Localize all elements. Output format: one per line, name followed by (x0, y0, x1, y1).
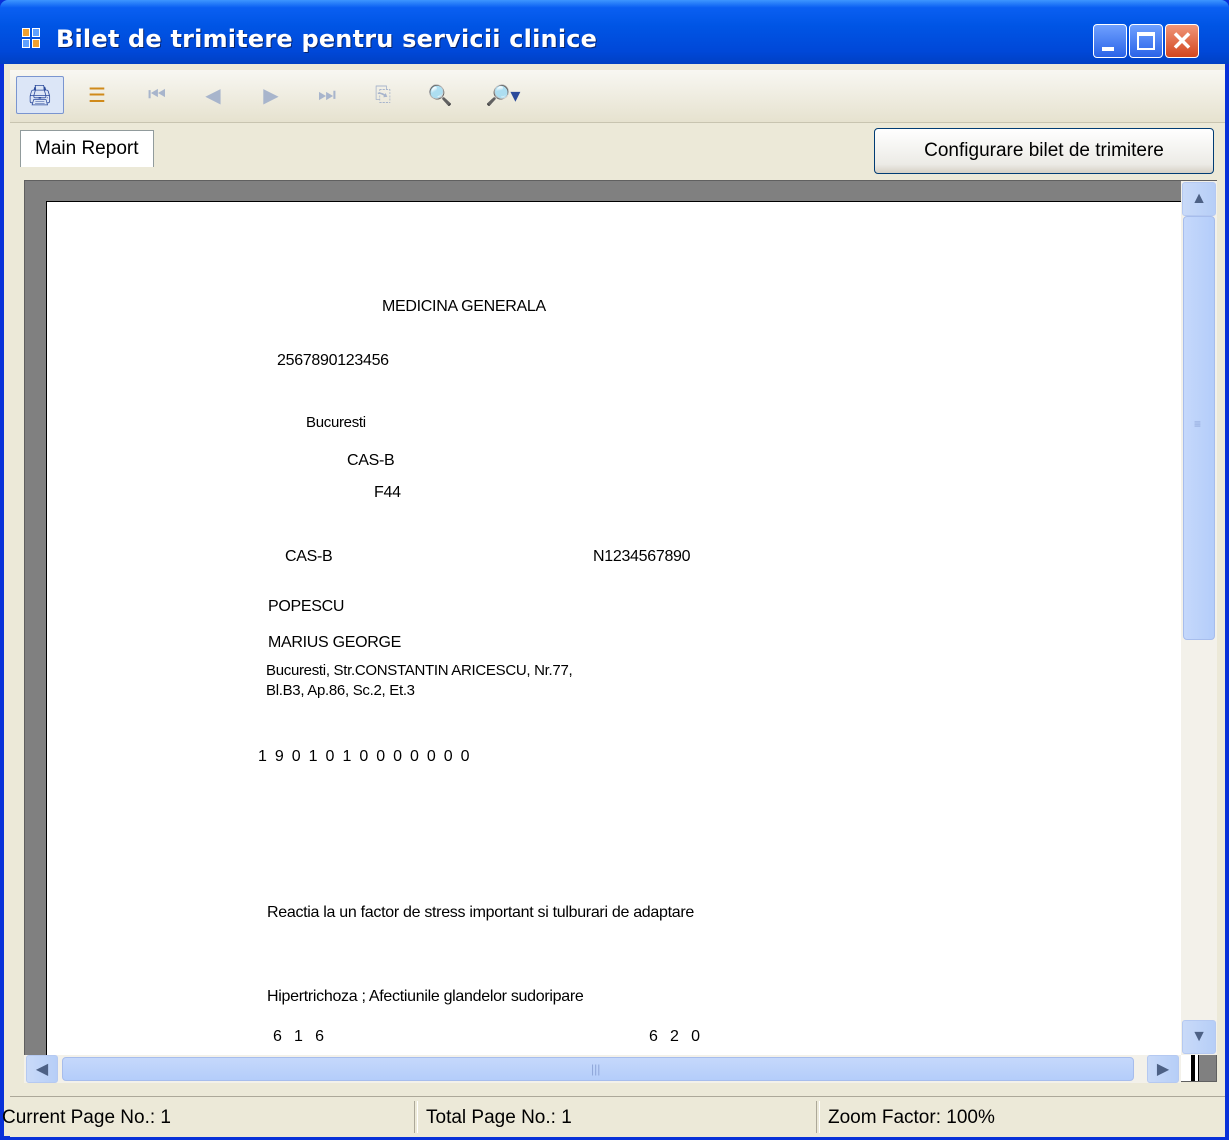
print-icon: 🖨 (27, 84, 53, 107)
report-toolbar: 🖨 ☰ ⏮ ◀ ▶ ⏭ ⎘ 🔍 🔎▾ (10, 70, 1225, 123)
prev-page-icon: ◀ (205, 84, 221, 107)
window-title: Bilet de trimitere pentru servicii clini… (56, 25, 598, 53)
scroll-down-button[interactable]: ▼ (1182, 1020, 1216, 1054)
address-line-2: Bl.B3, Ap.86, Sc.2, Et.3 (266, 682, 415, 699)
find-button[interactable]: 🔍 (420, 76, 460, 114)
print-button[interactable]: 🖨 (16, 76, 64, 114)
specialty-text: MEDICINA GENERALA (382, 298, 546, 315)
last-page-icon: ⏭ (318, 83, 336, 106)
maximize-icon (1137, 32, 1155, 50)
scroll-up-button[interactable]: ▲ (1182, 182, 1216, 216)
chevron-left-icon: ◀ (35, 1061, 49, 1078)
zoom-factor-status: Zoom Factor: 100% (828, 1107, 995, 1128)
code-right-text: 6 2 0 (649, 1028, 700, 1045)
cas-left-text: CAS-B (285, 548, 333, 565)
status-divider (816, 1101, 820, 1133)
code-left-text: 6 1 6 (273, 1028, 324, 1045)
goto-page-button[interactable]: ⎘ (366, 76, 400, 114)
number-text: N1234567890 (593, 548, 691, 565)
report-window: Bilet de trimitere pentru servicii clini… (0, 0, 1229, 1140)
minimize-button[interactable] (1093, 24, 1127, 58)
group-tree-icon: ☰ (88, 84, 106, 107)
horizontal-scroll-thumb[interactable]: ||| (62, 1057, 1134, 1081)
chevron-up-icon: ▲ (1191, 190, 1207, 207)
find-icon: 🔍 (427, 84, 453, 107)
close-icon: ✕ (1171, 26, 1193, 56)
zoom-dropdown[interactable]: 🔎▾ (474, 76, 532, 114)
diagnosis-1-text: Reactia la un factor de stress important… (267, 904, 694, 921)
goto-page-icon: ⎘ (375, 83, 391, 106)
grip-icon: ||| (591, 1062, 601, 1076)
grip-icon: ≡ (1194, 417, 1202, 431)
digits-text: 1 9 0 1 0 1 0 0 0 0 0 0 0 (258, 748, 470, 765)
last-page-button[interactable]: ⏭ (310, 76, 344, 114)
next-page-icon: ▶ (263, 84, 279, 107)
total-pages-status: Total Page No.: 1 (426, 1107, 572, 1128)
close-button[interactable]: ✕ (1165, 24, 1199, 58)
current-page-status: Current Page No.: 1 (2, 1107, 171, 1128)
zoom-icon: 🔎▾ (485, 84, 521, 107)
first-page-icon: ⏮ (148, 83, 166, 106)
report-page: MEDICINA GENERALA 2567890123456 Bucurest… (46, 201, 1199, 1081)
configure-ticket-button[interactable]: Configurare bilet de trimitere (874, 128, 1214, 174)
first-page-button[interactable]: ⏮ (140, 76, 174, 114)
group-tree-button[interactable]: ☰ (80, 76, 114, 114)
diagnosis-2-text: Hipertrichoza ; Afectiunile glandelor su… (267, 988, 584, 1005)
status-divider (414, 1101, 418, 1133)
code-f-text: F44 (374, 484, 401, 501)
chevron-down-icon: ▼ (1191, 1028, 1207, 1045)
minimize-icon (1102, 47, 1114, 51)
maximize-button[interactable] (1129, 24, 1163, 58)
scroll-left-button[interactable]: ◀ (26, 1055, 58, 1083)
prev-page-button[interactable]: ◀ (196, 76, 230, 114)
city-text: Bucuresti (306, 414, 366, 431)
tab-main-report[interactable]: Main Report (20, 130, 154, 167)
next-page-button[interactable]: ▶ (254, 76, 288, 114)
chevron-right-icon: ▶ (1156, 1061, 1170, 1078)
code-text: 2567890123456 (277, 352, 389, 369)
vertical-scroll-thumb[interactable]: ≡ (1183, 216, 1215, 640)
address-line-1: Bucuresti, Str.CONSTANTIN ARICESCU, Nr.7… (266, 662, 573, 679)
last-name-text: POPESCU (268, 598, 345, 615)
status-bar: Current Page No.: 1 Total Page No.: 1 Zo… (2, 1096, 1225, 1137)
app-icon (22, 28, 42, 50)
first-name-text: MARIUS GEORGE (268, 634, 402, 651)
report-viewer[interactable]: MEDICINA GENERALA 2567890123456 Bucurest… (24, 180, 1217, 1082)
title-bar[interactable]: Bilet de trimitere pentru servicii clini… (0, 0, 1229, 64)
cas-top-text: CAS-B (347, 452, 395, 469)
scroll-right-button[interactable]: ▶ (1147, 1055, 1179, 1083)
